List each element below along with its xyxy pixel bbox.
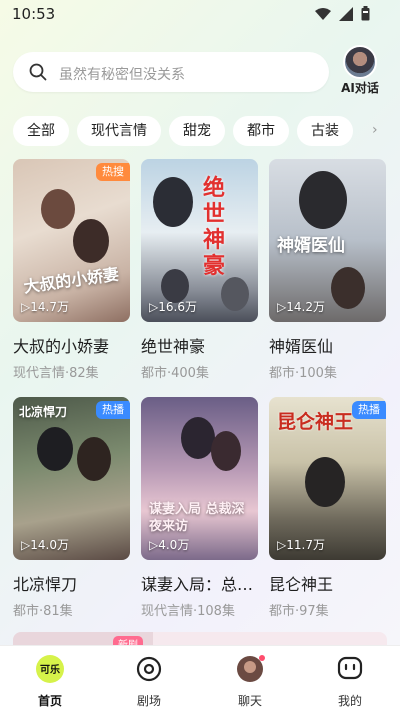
- play-count: ▷16.6万: [149, 300, 197, 314]
- ai-avatar: [343, 45, 377, 79]
- drama-cover[interactable]: 大叔的小娇妻 热搜 ▷14.7万: [13, 159, 130, 322]
- drama-cover[interactable]: 谋妻入局 总裁深夜来访 ▷4.0万: [141, 397, 258, 560]
- play-count: ▷14.7万: [21, 300, 69, 314]
- status-time: 10:53: [12, 5, 56, 23]
- chevron-right-icon[interactable]: ›: [372, 122, 378, 138]
- drama-cover[interactable]: 绝世神豪 ▷16.6万: [141, 159, 258, 322]
- cover-art-text: 大叔的小娇妻: [22, 264, 121, 297]
- ai-chat-label: AI对话: [341, 81, 379, 95]
- drama-meta: 都市·81集: [13, 604, 73, 619]
- tab-profile[interactable]: 我的: [315, 654, 385, 709]
- profile-icon: [337, 656, 363, 680]
- tab-label: 我的: [337, 694, 362, 708]
- drama-cover[interactable]: 昆仑神王 热播 ▷11.7万: [269, 397, 386, 560]
- category-tabs: 全部 现代言情 甜宠 都市 古装: [13, 116, 353, 146]
- cover-art-text: 绝世神豪: [203, 175, 226, 279]
- drama-meta: 现代言情·82集: [13, 366, 99, 381]
- drama-card[interactable]: 绝世神豪 ▷16.6万 绝世神豪 都市·400集: [141, 159, 258, 381]
- category-chip[interactable]: 全部: [13, 116, 69, 146]
- drama-card[interactable]: 神婿医仙 ▷14.2万 神婿医仙 都市·100集: [269, 159, 386, 381]
- play-count-value: 14.0万: [30, 538, 69, 552]
- drama-card[interactable]: 北凉悍刀 热播 ▷14.0万 北凉悍刀 都市·81集: [13, 397, 130, 619]
- cover-art-text: 神婿医仙: [277, 236, 345, 256]
- tab-chat[interactable]: 聊天: [215, 654, 285, 709]
- drama-meta: 都市·400集: [141, 366, 209, 381]
- play-count: ▷11.7万: [277, 538, 325, 552]
- search-bar[interactable]: 虽然有秘密但没关系: [13, 52, 329, 92]
- signal-icon: [339, 6, 353, 21]
- drama-title[interactable]: 北凉悍刀: [13, 571, 130, 595]
- cover-art-text: 谋妻入局 总裁深夜来访: [149, 502, 245, 534]
- tab-label: 聊天: [237, 694, 262, 708]
- drama-title[interactable]: 大叔的小娇妻: [13, 333, 130, 357]
- play-count: ▷14.0万: [21, 538, 69, 552]
- drama-card[interactable]: 昆仑神王 热播 ▷11.7万 昆仑神王 都市·97集: [269, 397, 386, 619]
- cover-art-text: 昆仑神王: [277, 411, 354, 433]
- drama-card[interactable]: 大叔的小娇妻 热搜 ▷14.7万 大叔的小娇妻 现代言情·82集: [13, 159, 130, 381]
- cover-art-text: 北凉悍刀: [19, 405, 68, 419]
- play-count-value: 11.7万: [286, 538, 325, 552]
- ai-chat-button[interactable]: AI对话: [335, 45, 385, 97]
- theater-icon: [136, 656, 162, 682]
- battery-icon: [361, 6, 370, 21]
- drama-cover[interactable]: 北凉悍刀 热播 ▷14.0万: [13, 397, 130, 560]
- status-bar: 10:53: [0, 0, 400, 28]
- tab-label: 剧场: [136, 694, 161, 708]
- status-icons: [315, 6, 370, 21]
- drama-title[interactable]: 昆仑神王: [269, 571, 386, 595]
- hot-badge: 热播: [96, 401, 130, 419]
- category-chip[interactable]: 甜宠: [169, 116, 225, 146]
- play-count-value: 16.6万: [158, 300, 197, 314]
- play-count: ▷14.2万: [277, 300, 325, 314]
- tab-label: 首页: [37, 694, 62, 708]
- play-count-value: 14.7万: [30, 300, 69, 314]
- hot-badge: 热播: [352, 401, 386, 419]
- drama-meta: 现代言情·108集: [141, 604, 235, 619]
- home-logo-icon: 可乐: [36, 655, 64, 683]
- svg-text:可乐: 可乐: [40, 663, 60, 676]
- drama-card[interactable]: 谋妻入局 总裁深夜来访 ▷4.0万 谋妻入局：总… 现代言情·108集: [141, 397, 258, 619]
- drama-meta: 都市·100集: [269, 366, 337, 381]
- drama-cover[interactable]: 神婿医仙 ▷14.2万: [269, 159, 386, 322]
- play-count-value: 14.2万: [286, 300, 325, 314]
- bottom-tab-bar: 可乐 首页 剧场 聊天 我的: [0, 645, 400, 712]
- tab-home[interactable]: 可乐 首页: [15, 654, 85, 709]
- chat-avatar-icon: [237, 655, 265, 682]
- tab-theater[interactable]: 剧场: [114, 654, 184, 709]
- wifi-icon: [315, 7, 331, 20]
- search-placeholder: 虽然有秘密但没关系: [59, 67, 185, 83]
- drama-title[interactable]: 谋妻入局：总…: [141, 571, 258, 595]
- play-count-value: 4.0万: [158, 538, 190, 552]
- category-chip[interactable]: 都市: [233, 116, 289, 146]
- hot-badge: 热搜: [96, 163, 130, 181]
- play-count: ▷4.0万: [149, 538, 190, 552]
- category-chip[interactable]: 现代言情: [77, 116, 161, 146]
- drama-title[interactable]: 绝世神豪: [141, 333, 258, 357]
- search-icon: [29, 63, 47, 81]
- drama-title[interactable]: 神婿医仙: [269, 333, 386, 357]
- drama-meta: 都市·97集: [269, 604, 329, 619]
- category-chip[interactable]: 古装: [297, 116, 353, 146]
